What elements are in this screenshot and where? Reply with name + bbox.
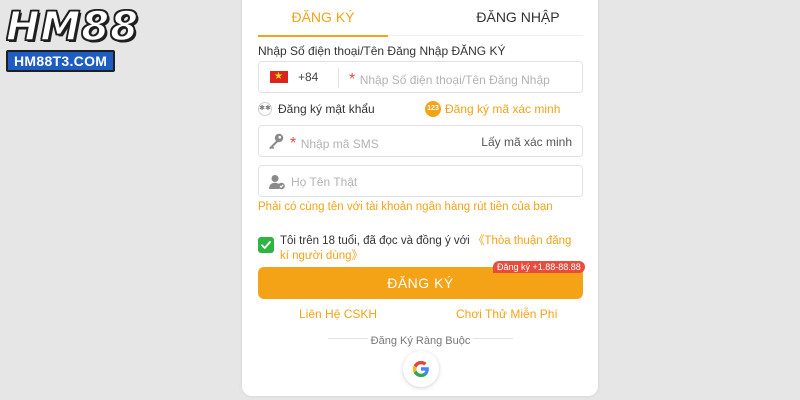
sms-placeholder: * Nhập mã SMS	[290, 135, 379, 153]
binding-divider-right	[473, 338, 513, 339]
otp-mode-icon[interactable]: 123	[425, 101, 441, 117]
google-signup-button[interactable]	[403, 351, 439, 387]
bonus-badge: Đăng ký +1.88-88.88	[493, 261, 585, 273]
tab-register[interactable]: ĐĂNG KÝ	[258, 0, 388, 37]
password-mode-icon[interactable]: ✱✱	[258, 102, 272, 116]
user-check-icon	[269, 175, 285, 190]
binding-row: Đăng Ký Ràng Buộc	[258, 331, 583, 347]
phone-placeholder-text: Nhập Số điện thoại/Tên Đăng Nhập	[359, 73, 550, 87]
logo-domain: HM88T3.COM	[6, 50, 116, 72]
phone-placeholder: * Nhập Số điện thoại/Tên Đăng Nhập	[349, 71, 550, 89]
real-name-hint: Phải có cùng tên với tài khoản ngân hàng…	[258, 201, 553, 213]
password-mode-option[interactable]: Đăng ký mật khẩu	[278, 102, 375, 116]
sms-code-input[interactable]: * Nhập mã SMS Lấy mã xác minh	[258, 125, 583, 157]
country-code[interactable]: +84	[298, 70, 318, 84]
required-mark: *	[290, 135, 297, 152]
tab-login[interactable]: ĐĂNG NHẬP	[453, 0, 583, 36]
real-name-input[interactable]: Họ Tên Thật	[258, 165, 583, 197]
otp-mode-option[interactable]: Đăng ký mã xác minh	[445, 102, 560, 116]
phone-label: Nhập Số điện thoại/Tên Đăng Nhập ĐĂNG KÝ	[258, 44, 506, 58]
binding-label: Đăng Ký Ràng Buộc	[370, 335, 471, 347]
auth-tabs: ĐĂNG KÝ ĐĂNG NHẬP	[258, 0, 583, 37]
required-mark: *	[349, 71, 356, 88]
register-card: ĐĂNG KÝ ĐĂNG NHẬP Nhập Số điện thoại/Tên…	[242, 0, 598, 396]
agree-checkbox[interactable]	[258, 237, 274, 253]
binding-divider-left	[328, 338, 368, 339]
phone-divider	[338, 68, 339, 88]
get-code-button[interactable]: Lấy mã xác minh	[481, 135, 572, 149]
vietnam-flag-icon[interactable]: ★	[270, 71, 288, 83]
key-icon	[269, 133, 284, 150]
sms-placeholder-text: Nhập mã SMS	[300, 137, 379, 151]
agreement-text: Tôi trên 18 tuổi, đã đọc và đồng ý với 《…	[280, 234, 580, 264]
checkmark-icon	[261, 241, 271, 249]
register-mode-row: ✱✱ Đăng ký mật khẩu 123 Đăng ký mã xác m…	[258, 100, 583, 120]
hm88-logo: HM88 HM88T3.COM	[5, 4, 139, 72]
free-trial-link[interactable]: Chơi Thử Miễn Phí	[456, 307, 558, 321]
google-icon	[413, 361, 429, 377]
agreement-sentence: Tôi trên 18 tuổi, đã đọc và đồng ý với	[280, 235, 473, 247]
real-name-placeholder: Họ Tên Thật	[291, 175, 358, 189]
phone-input[interactable]: ★ +84 * Nhập Số điện thoại/Tên Đăng Nhập	[258, 61, 583, 93]
support-link[interactable]: Liên Hệ CSKH	[299, 307, 377, 321]
logo-title: HM88	[5, 4, 139, 50]
